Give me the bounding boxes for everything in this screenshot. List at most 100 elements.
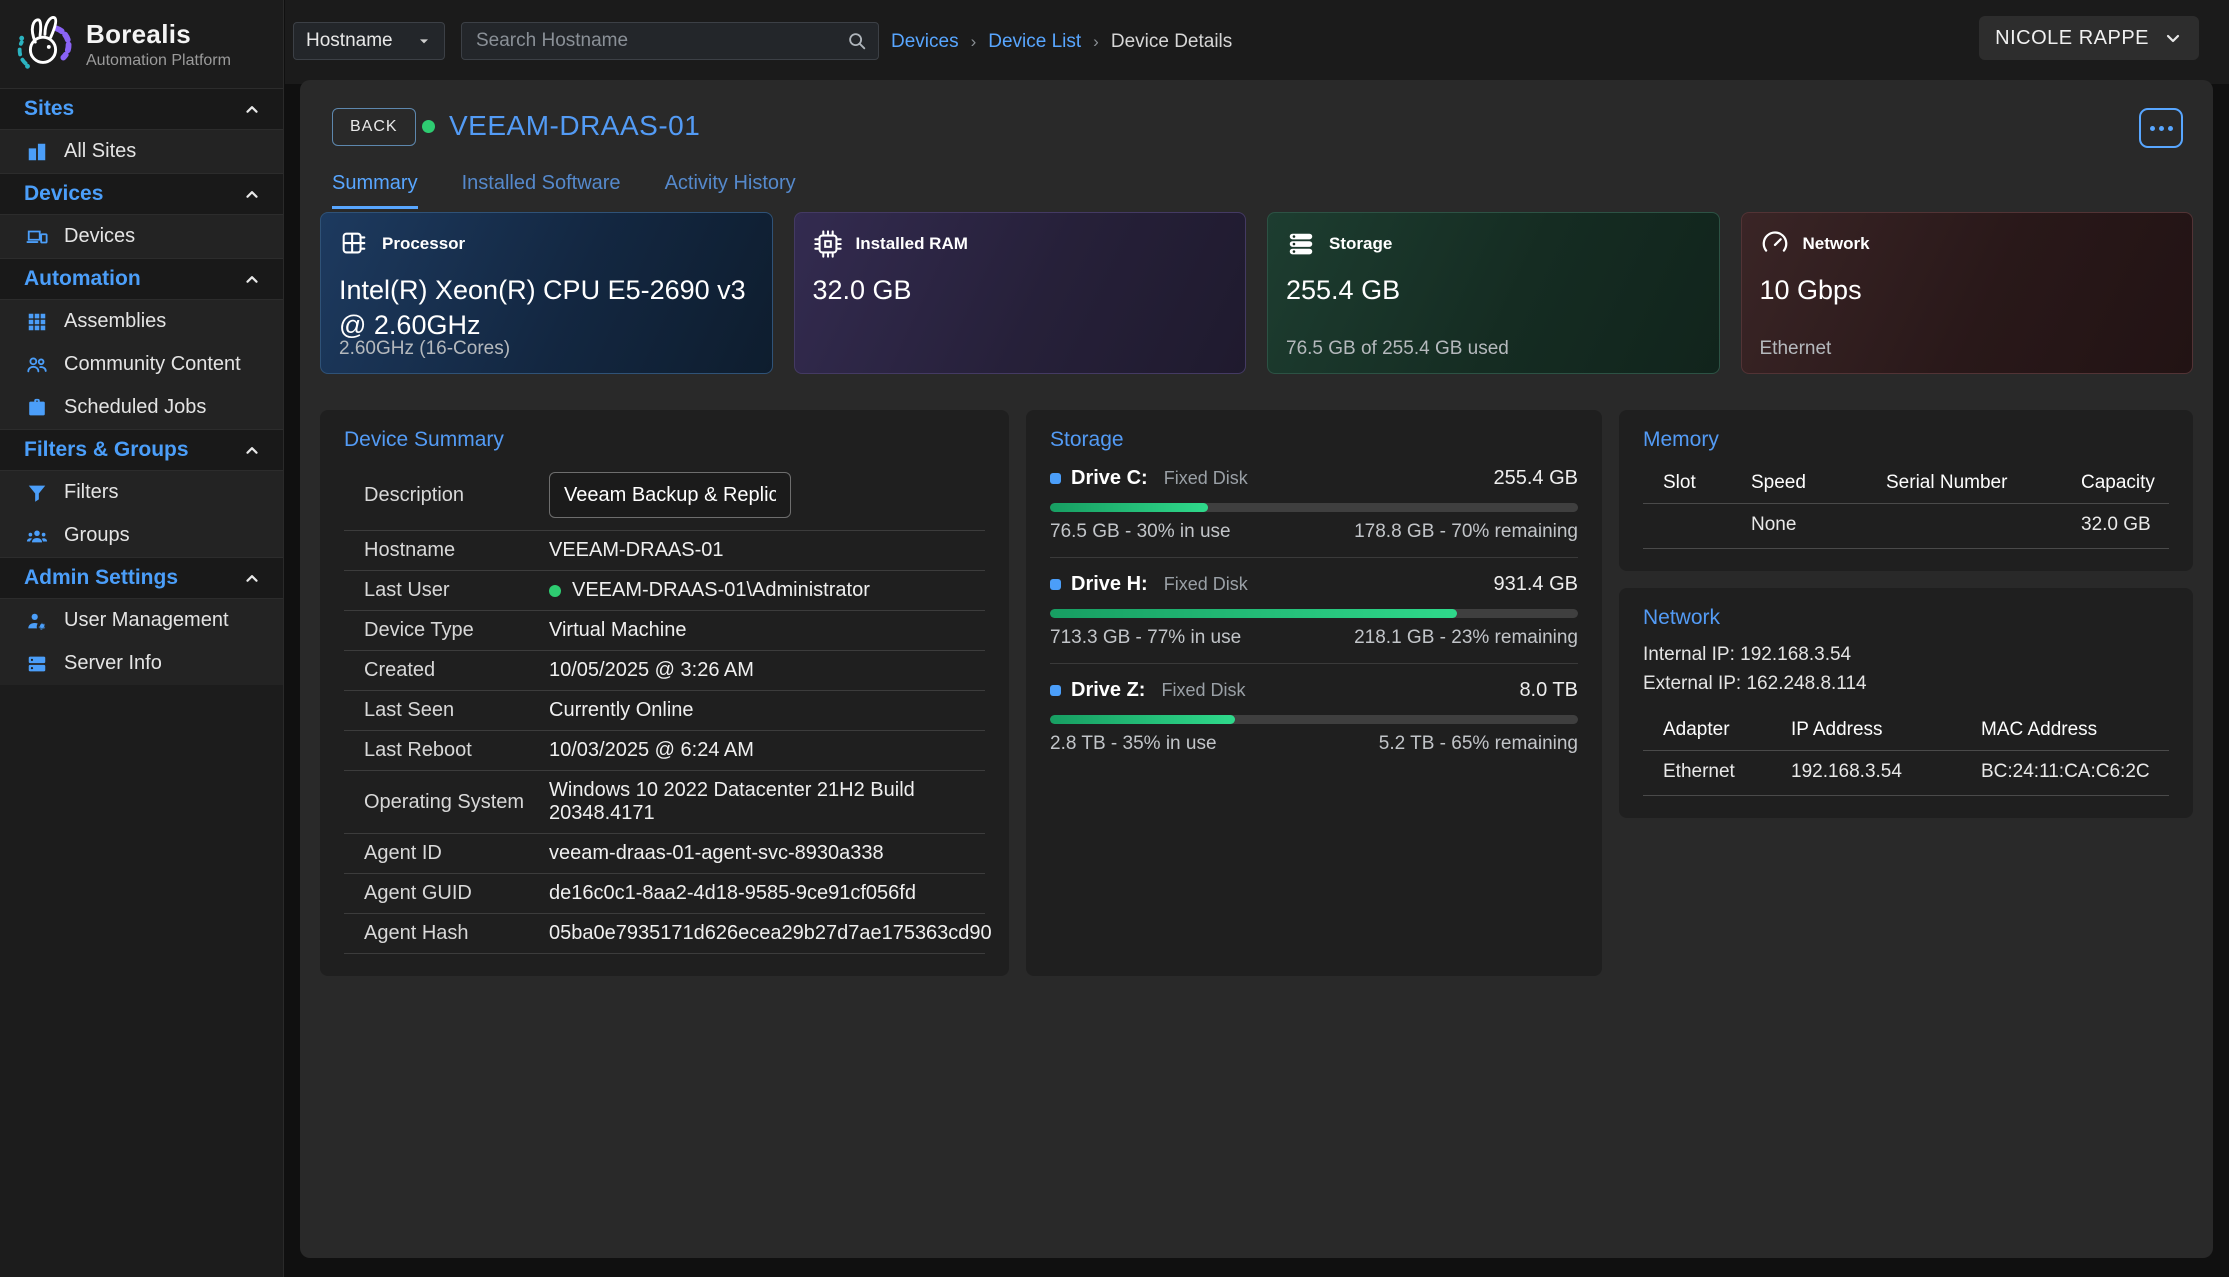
card-value: 255.4 GB xyxy=(1286,273,1701,308)
drive-type: Fixed Disk xyxy=(1164,574,1248,595)
speedometer-icon xyxy=(1760,229,1790,259)
device-name: VEEAM-DRAAS-01 xyxy=(449,110,700,142)
sidebar-item-label: Scheduled Jobs xyxy=(64,396,206,419)
external-ip: External IP: 162.248.8.114 xyxy=(1643,669,2169,698)
sidebar-item-server-info[interactable]: Server Info xyxy=(0,642,283,685)
table-row: Agent ID veeam-draas-01-agent-svc-8930a3… xyxy=(344,834,985,874)
row-value: Windows 10 2022 Datacenter 21H2 Build 20… xyxy=(549,779,985,825)
memory-table: Slot Speed Serial Number Capacity None 3… xyxy=(1643,466,2169,549)
tab-installed-software[interactable]: Installed Software xyxy=(462,172,621,209)
table-row: Description xyxy=(344,462,985,531)
table-row: Last User VEEAM-DRAAS-01\Administrator xyxy=(344,571,985,611)
back-button[interactable]: BACK xyxy=(332,108,416,146)
row-label: Operating System xyxy=(364,791,549,814)
brand-text: Borealis Automation Platform xyxy=(86,19,231,70)
ram-chip-icon xyxy=(813,229,843,259)
building-icon xyxy=(26,141,48,163)
detail-panels: Device Summary Description Hostname VEEA… xyxy=(320,410,2193,976)
briefcase-icon xyxy=(26,397,48,419)
table-row: Last Seen Currently Online xyxy=(344,691,985,731)
sidebar-section-automation[interactable]: Automation xyxy=(0,258,283,300)
grid-icon xyxy=(26,311,48,333)
drive-size: 255.4 GB xyxy=(1493,467,1578,490)
user-gear-icon xyxy=(26,610,48,632)
row-value: VEEAM-DRAAS-01 xyxy=(549,539,985,562)
storage-panel: Storage Drive C: Fixed Disk 255.4 GB 76.… xyxy=(1026,410,1602,976)
sidebar-section-devices[interactable]: Devices xyxy=(0,173,283,215)
cell-adapter: Ethernet xyxy=(1663,761,1791,783)
chevron-down-icon xyxy=(2163,28,2183,48)
online-status-dot xyxy=(422,120,435,133)
breadcrumb-device-list[interactable]: Device List xyxy=(988,31,1081,53)
card-value: Intel(R) Xeon(R) CPU E5-2690 v3 @ 2.60GH… xyxy=(339,273,754,343)
panel-title: Network xyxy=(1643,606,2169,630)
card-value: 32.0 GB xyxy=(813,273,1228,308)
column-header: Slot xyxy=(1663,472,1751,494)
more-options-icon xyxy=(2150,126,2155,131)
drive-remaining: 178.8 GB - 70% remaining xyxy=(1354,521,1578,543)
people-icon xyxy=(26,354,48,376)
table-row: Hostname VEEAM-DRAAS-01 xyxy=(344,531,985,571)
sidebar-section-admin-settings[interactable]: Admin Settings xyxy=(0,557,283,599)
search-category-value: Hostname xyxy=(306,30,393,52)
search-category-select[interactable]: Hostname xyxy=(293,22,445,60)
table-row: Agent Hash 05ba0e7935171d626ecea29b27d7a… xyxy=(344,914,985,954)
user-menu[interactable]: NICOLE RAPPE xyxy=(1979,16,2199,60)
search-input[interactable] xyxy=(476,30,846,52)
cpu-icon xyxy=(339,229,369,259)
description-input[interactable] xyxy=(549,472,791,518)
sidebar-item-all-sites[interactable]: All Sites xyxy=(0,130,283,173)
drive-used: 2.8 TB - 35% in use xyxy=(1050,733,1217,755)
sidebar-item-community-content[interactable]: Community Content xyxy=(0,343,283,386)
sidebar-item-scheduled-jobs[interactable]: Scheduled Jobs xyxy=(0,386,283,429)
network-panel: Network Internal IP: 192.168.3.54 Extern… xyxy=(1619,588,2193,818)
sidebar-item-user-management[interactable]: User Management xyxy=(0,599,283,642)
cell-ip-address: 192.168.3.54 xyxy=(1791,761,1981,783)
chevron-up-icon xyxy=(243,185,261,203)
sidebar-item-assemblies[interactable]: Assemblies xyxy=(0,300,283,343)
row-value: de16c0c1-8aa2-4d18-9585-9ce91cf056fd xyxy=(549,882,985,905)
sidebar-section-filters-groups[interactable]: Filters & Groups xyxy=(0,429,283,471)
sidebar-item-devices[interactable]: Devices xyxy=(0,215,283,258)
card-label: Network xyxy=(1803,234,1870,254)
cell-mac-address: BC:24:11:CA:C6:2C xyxy=(1981,761,2169,783)
section-label: Devices xyxy=(24,182,103,206)
section-label: Admin Settings xyxy=(24,566,178,590)
tab-summary[interactable]: Summary xyxy=(332,172,418,209)
breadcrumb-devices[interactable]: Devices xyxy=(891,31,959,53)
drive-usage-bar xyxy=(1050,609,1578,618)
devices-icon xyxy=(26,226,48,248)
drive-row-h: Drive H: Fixed Disk 931.4 GB 713.3 GB - … xyxy=(1050,558,1578,664)
row-label: Agent GUID xyxy=(364,882,549,905)
device-details-panel: BACK VEEAM-DRAAS-01 Summary Installed So… xyxy=(300,80,2213,1258)
sidebar-item-label: Devices xyxy=(64,225,135,248)
drive-size: 931.4 GB xyxy=(1493,573,1578,596)
row-value: VEEAM-DRAAS-01\Administrator xyxy=(572,579,870,602)
sidebar-item-groups[interactable]: Groups xyxy=(0,514,283,557)
table-row: None 32.0 GB xyxy=(1643,504,2169,549)
row-value: veeam-draas-01-agent-svc-8930a338 xyxy=(549,842,985,865)
column-header: Adapter xyxy=(1663,719,1791,741)
breadcrumb: Devices › Device List › Device Details xyxy=(891,0,1232,84)
tab-activity-history[interactable]: Activity History xyxy=(665,172,796,209)
drive-name: Drive H: xyxy=(1071,573,1148,596)
search-icon xyxy=(846,30,868,52)
panel-title: Device Summary xyxy=(344,428,985,452)
section-label: Filters & Groups xyxy=(24,438,189,462)
drive-usage-bar xyxy=(1050,503,1578,512)
memory-panel: Memory Slot Speed Serial Number Capacity… xyxy=(1619,410,2193,571)
device-summary-table: Description Hostname VEEAM-DRAAS-01 Last… xyxy=(344,462,985,954)
right-column: Memory Slot Speed Serial Number Capacity… xyxy=(1619,410,2193,818)
breadcrumb-separator: › xyxy=(971,32,977,52)
server-icon xyxy=(26,653,48,675)
row-value: Virtual Machine xyxy=(549,619,985,642)
drive-name: Drive C: xyxy=(1071,467,1148,490)
card-label: Installed RAM xyxy=(856,234,968,254)
table-row: Agent GUID de16c0c1-8aa2-4d18-9585-9ce91… xyxy=(344,874,985,914)
sidebar-item-filters[interactable]: Filters xyxy=(0,471,283,514)
drive-icon xyxy=(1050,473,1061,484)
sidebar-item-label: All Sites xyxy=(64,140,136,163)
sidebar-section-sites[interactable]: Sites xyxy=(0,88,283,130)
more-options-button[interactable] xyxy=(2139,108,2183,148)
row-label: Description xyxy=(364,484,549,507)
